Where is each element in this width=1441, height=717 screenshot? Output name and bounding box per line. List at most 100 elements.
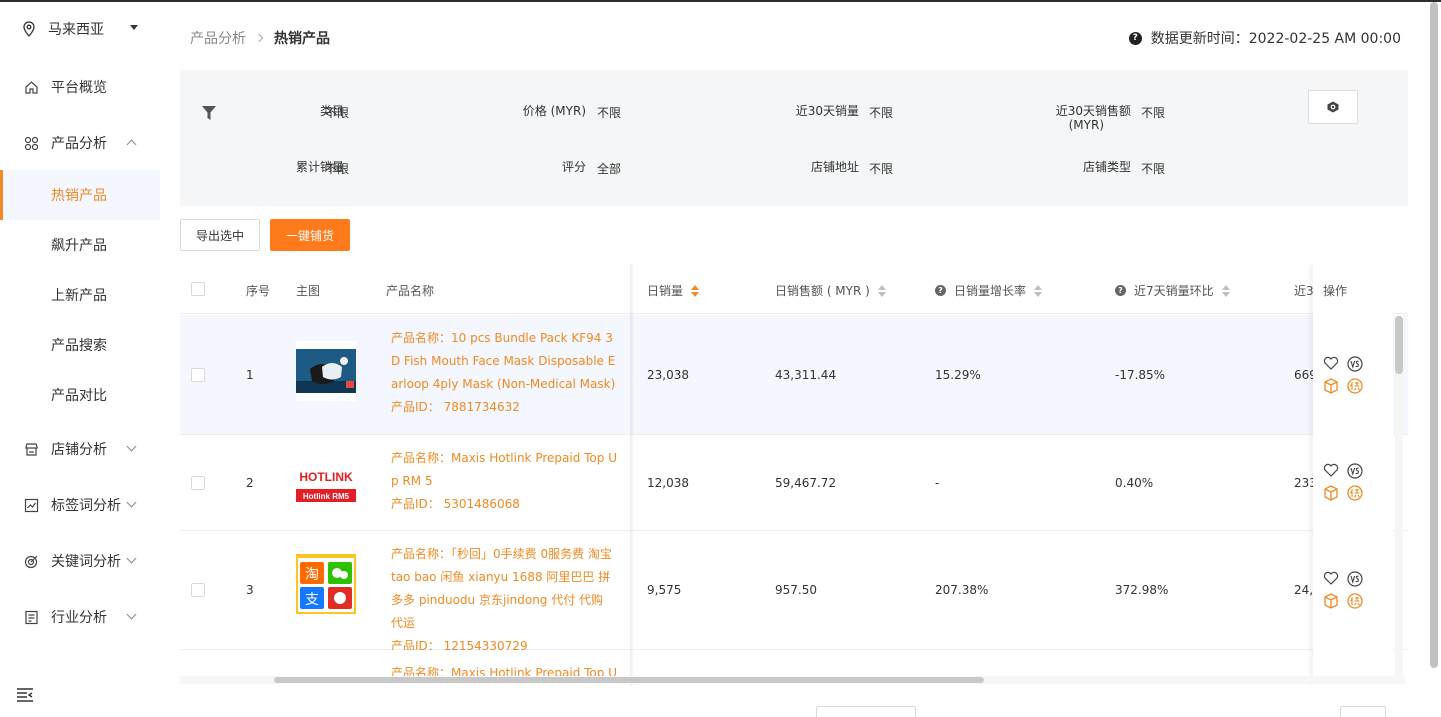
filter-30d-revenue-value[interactable]: 不限 (1141, 104, 1165, 121)
sort-icon[interactable] (1034, 284, 1043, 297)
header-daily-sales[interactable]: 日销量 (647, 282, 700, 299)
table-row[interactable]: 2 HOTLINK Hotlink RM5 产品名称：Maxis Hotlink… (180, 435, 1408, 531)
supply-badge-icon[interactable] (1347, 378, 1363, 394)
daily-revenue-value: 59,467.72 (775, 476, 837, 490)
row-checkbox[interactable] (191, 368, 205, 382)
header-label: 日销售额 ( MYR ) (775, 284, 870, 298)
filter-category-value[interactable]: 不限 (325, 104, 349, 121)
grid-icon (24, 136, 39, 150)
chevron-down-icon (126, 553, 137, 564)
product-name[interactable]: 产品名称：「秒回」0手续费 0服务费 淘宝 tao bao 闲鱼 xianyu … (391, 543, 617, 635)
header-product-name: 产品名称 (386, 284, 435, 298)
home-icon (25, 80, 38, 94)
fixed-column-shadow (630, 264, 634, 686)
favorite-heart-icon[interactable] (1323, 571, 1339, 585)
product-name[interactable]: 产品名称：10 pcs Bundle Pack KF94 3D Fish Mou… (391, 327, 617, 396)
report-icon (25, 610, 38, 624)
menu-collapse-icon[interactable] (16, 687, 34, 703)
supply-badge-icon[interactable] (1347, 593, 1363, 609)
question-icon[interactable]: ? (1128, 31, 1142, 45)
header-daily-revenue[interactable]: 日销售额 ( MYR ) (775, 282, 886, 299)
page-jump-input[interactable] (1340, 706, 1386, 717)
compare-vs-icon[interactable] (1347, 356, 1363, 372)
filter-store-type-value[interactable]: 不限 (1141, 160, 1165, 177)
region-selector[interactable]: 马来西亚 (0, 2, 160, 56)
sort-icon[interactable] (877, 284, 886, 297)
sort-icon[interactable] (1221, 284, 1230, 297)
favorite-heart-icon[interactable] (1323, 463, 1339, 477)
table-horizontal-scroll-thumb[interactable] (274, 677, 984, 683)
product-name[interactable]: 产品名称：Maxis Hotlink Prepaid Top Up RM 5 (391, 447, 617, 493)
favorite-heart-icon[interactable] (1323, 356, 1339, 370)
nav-item-product-analysis[interactable]: 产品分析 (0, 118, 160, 168)
main-content: 产品分析 热销产品 ? 数据更新时间：2022-02-25 AM 00:00 类… (160, 2, 1441, 717)
toggle-visibility-button[interactable] (1308, 90, 1358, 124)
table-row[interactable]: 3 淘 支 产品名称：「秒回」0手续费 0服务费 淘宝 tao bao 闲鱼 x… (180, 531, 1408, 653)
chevron-up-icon (126, 139, 137, 150)
product-id: 产品ID： 5301486068 (391, 497, 520, 511)
compare-vs-icon[interactable] (1347, 463, 1363, 479)
nav-item-industry-analysis[interactable]: 行业分析 (0, 592, 160, 642)
row-actions (1323, 356, 1371, 394)
trend-icon (24, 498, 39, 512)
row-checkbox[interactable] (191, 583, 205, 597)
nav-item-store-analysis[interactable]: 店铺分析 (0, 424, 160, 474)
table-row[interactable]: 1 产品名称：10 pcs Bundle Pack KF94 3D Fish M… (180, 315, 1408, 435)
header-growth-rate[interactable]: ? 日销量增长率 (935, 282, 1043, 299)
table-horizontal-scrollbar[interactable] (180, 676, 1405, 684)
nav-label: 店铺分析 (51, 442, 107, 458)
nav-item-overview[interactable]: 平台概览 (0, 62, 160, 112)
filter-total-sales-value[interactable]: 不限 (325, 160, 349, 177)
package-box-icon[interactable] (1323, 593, 1339, 609)
filter-price-value[interactable]: 不限 (597, 104, 621, 121)
sub-nav-new-products[interactable]: 上新产品 (0, 270, 160, 320)
compare-vs-icon[interactable] (1347, 571, 1363, 587)
product-id: 产品ID： 7881734632 (391, 400, 520, 414)
header-7d-wow[interactable]: ? 近7天销量环比 (1115, 282, 1230, 299)
region-label: 马来西亚 (48, 22, 104, 38)
breadcrumb-separator-icon (254, 33, 264, 43)
filter-rating-value[interactable]: 全部 (597, 160, 621, 177)
filter-store-location-value[interactable]: 不限 (869, 160, 893, 177)
product-thumbnail-hotlink[interactable]: HOTLINK Hotlink RM5 (296, 453, 356, 513)
package-box-icon[interactable] (1323, 378, 1339, 394)
nav-item-keyword-analysis[interactable]: 关键词分析 (0, 536, 160, 586)
operations-column: 操作 (1313, 264, 1393, 686)
breadcrumb-parent[interactable]: 产品分析 (190, 28, 246, 48)
product-thumbnail-mask[interactable] (296, 341, 356, 401)
table-vertical-scroll-thumb[interactable] (1395, 316, 1403, 374)
page-size-select[interactable] (816, 706, 916, 717)
product-thumbnail-taobao[interactable]: 淘 支 (296, 554, 356, 614)
product-name-link[interactable]: 产品名称：10 pcs Bundle Pack KF94 3D Fish Mou… (391, 327, 617, 419)
select-all-checkbox[interactable] (191, 282, 205, 296)
product-name-link[interactable]: 产品名称：Maxis Hotlink Prepaid Top Up RM 5 产… (391, 447, 617, 516)
chevron-down-icon (126, 609, 137, 620)
daily-sales-value: 12,038 (647, 476, 689, 490)
sub-nav-product-search[interactable]: 产品搜索 (0, 320, 160, 370)
wow-value: 0.40% (1115, 476, 1154, 490)
question-icon[interactable]: ? (935, 285, 946, 296)
package-box-icon[interactable] (1323, 485, 1339, 501)
sub-nav-hot-products[interactable]: 热销产品 (0, 170, 160, 220)
table-vertical-scrollbar[interactable] (1395, 314, 1403, 684)
taobao-char: 淘 (305, 567, 319, 583)
daily-sales-value: 9,575 (647, 583, 682, 597)
growth-rate-value: - (935, 476, 940, 490)
sub-nav-product-compare[interactable]: 产品对比 (0, 370, 160, 420)
filter-label: 店铺地址 (810, 160, 859, 174)
chevron-down-icon (126, 441, 137, 452)
export-selected-button[interactable]: 导出选中 (180, 219, 260, 251)
sort-desc-icon[interactable] (691, 284, 700, 297)
target-icon (24, 555, 38, 568)
one-click-stock-button[interactable]: 一键铺货 (270, 219, 350, 251)
filter-panel: 类目 不限 价格 (MYR) 不限 近30天销量 不限 近30天销售额 (MYR… (180, 70, 1408, 206)
page-scrollbar[interactable] (1430, 2, 1438, 668)
product-name-link[interactable]: 产品名称：「秒回」0手续费 0服务费 淘宝 tao bao 闲鱼 xianyu … (391, 543, 617, 658)
question-icon[interactable]: ? (1115, 285, 1126, 296)
header-image: 主图 (296, 284, 321, 298)
nav-item-tag-analysis[interactable]: 标签词分析 (0, 480, 160, 530)
row-checkbox[interactable] (191, 476, 205, 490)
supply-badge-icon[interactable] (1347, 485, 1363, 501)
filter-30d-sales-value[interactable]: 不限 (869, 104, 893, 121)
sub-nav-rising-products[interactable]: 飙升产品 (0, 220, 160, 270)
